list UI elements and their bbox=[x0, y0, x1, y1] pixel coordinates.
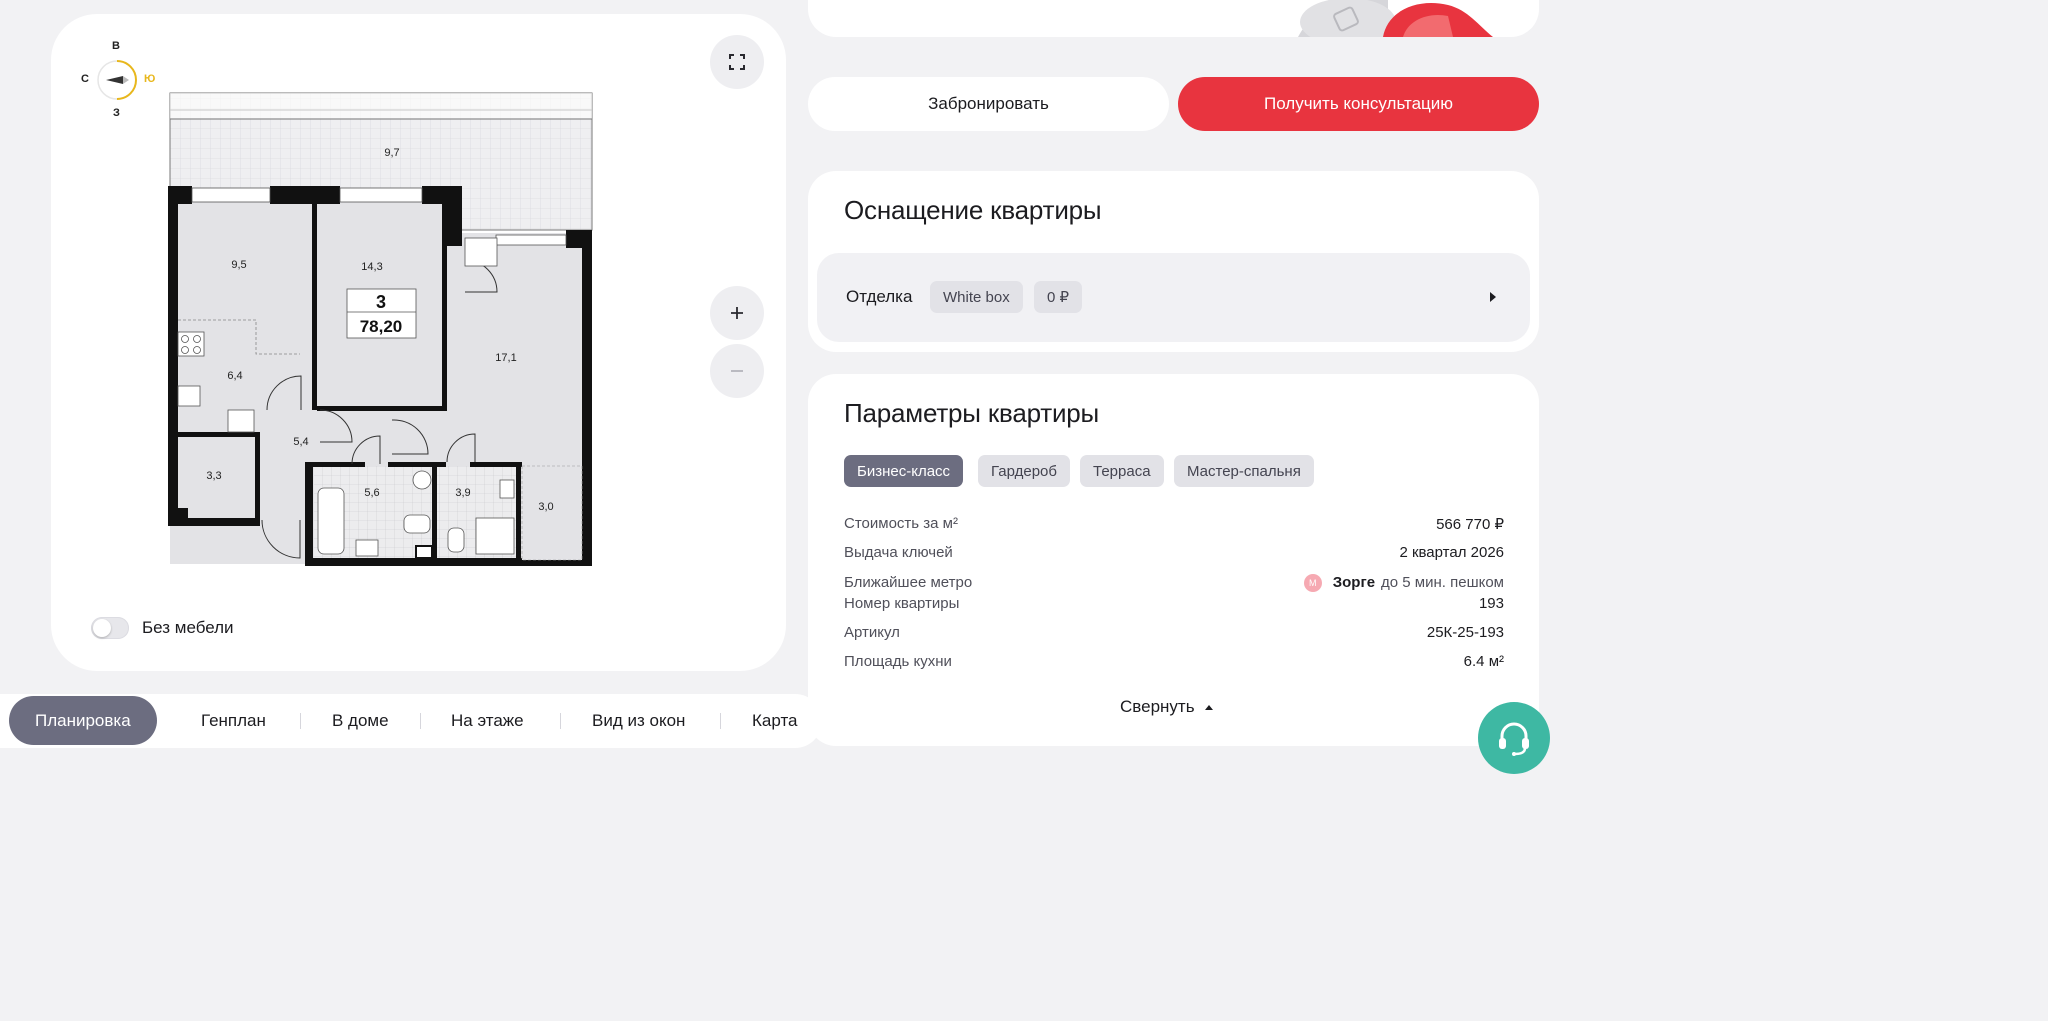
metro-info: М Зорге до 5 мин. пешком bbox=[1303, 574, 1504, 593]
room-area-wc: 3,9 bbox=[455, 487, 470, 499]
compass-south-label: Ю bbox=[144, 73, 156, 85]
tab-masterplan[interactable]: Генплан bbox=[201, 694, 266, 748]
param-value: 566 770 ₽ bbox=[1436, 516, 1504, 533]
consultation-button[interactable]: Получить консультацию bbox=[1178, 77, 1539, 131]
tab-separator bbox=[300, 713, 301, 729]
param-value: 6.4 м² bbox=[1463, 653, 1504, 670]
room-area-bathroom: 5,6 bbox=[364, 487, 379, 499]
tag-business-class: Бизнес-класс bbox=[844, 455, 964, 487]
chevron-up-icon bbox=[1204, 704, 1213, 710]
metro-distance: до 5 мин. пешком bbox=[1381, 574, 1504, 591]
book-button[interactable]: Забронировать bbox=[808, 77, 1169, 131]
tag-terrace: Терраса bbox=[1080, 455, 1164, 487]
room-area-terrace: 9,7 bbox=[384, 147, 399, 159]
minus-icon bbox=[731, 370, 743, 372]
no-furniture-label: Без мебели bbox=[142, 618, 234, 637]
finish-type-chip: White box bbox=[930, 281, 1023, 313]
collapse-button[interactable]: Свернуть bbox=[1120, 697, 1214, 717]
headset-icon bbox=[1499, 722, 1529, 756]
param-value: 25К-25-193 bbox=[1426, 624, 1504, 641]
compass-east-label: З bbox=[113, 107, 120, 119]
zoom-out-button[interactable] bbox=[710, 344, 764, 398]
zoom-in-button[interactable] bbox=[710, 286, 764, 340]
room-area-bedroom-2: 14,3 bbox=[361, 261, 382, 273]
chevron-right-icon[interactable] bbox=[1489, 291, 1497, 303]
total-area-badge: 78,20 bbox=[360, 317, 403, 336]
equipment-title: Оснащение квартиры bbox=[844, 195, 1102, 225]
finish-selector[interactable] bbox=[817, 253, 1530, 342]
tab-map[interactable]: Карта bbox=[752, 694, 798, 748]
tab-separator bbox=[420, 713, 421, 729]
tab-separator bbox=[720, 713, 721, 729]
collapse-label: Свернуть bbox=[1120, 697, 1195, 716]
room-area-hall: 5,4 bbox=[293, 436, 308, 448]
tag-wardrobe: Гардероб bbox=[978, 455, 1070, 487]
tab-on-floor[interactable]: На этаже bbox=[451, 694, 524, 748]
tag-master-bedroom: Мастер-спальня bbox=[1174, 455, 1314, 487]
room-area-bedroom-1: 9,5 bbox=[231, 259, 246, 271]
tab-window-view[interactable]: Вид из окон bbox=[592, 694, 685, 748]
rooms-count-badge: 3 bbox=[376, 292, 386, 312]
param-value: 2 квартал 2026 bbox=[1399, 544, 1504, 561]
room-area-living: 17,1 bbox=[495, 352, 516, 364]
param-label: Выдача ключей bbox=[844, 544, 953, 561]
no-furniture-toggle[interactable] bbox=[91, 617, 129, 639]
tab-in-building[interactable]: В доме bbox=[332, 694, 389, 748]
room-area-storage: 3,3 bbox=[206, 470, 221, 482]
fullscreen-button[interactable] bbox=[710, 35, 764, 89]
compass: В С Ю З bbox=[76, 38, 156, 122]
toggle-knob bbox=[93, 619, 111, 637]
param-label: Номер квартиры bbox=[844, 595, 960, 612]
floor-plan-drawing: 9,7 9,5 14,3 6,4 5,4 3,3 5,6 3,9 17,1 3,… bbox=[168, 92, 593, 566]
promo-illustration bbox=[1298, 0, 1493, 37]
tab-plan[interactable]: Планировка bbox=[9, 696, 157, 745]
param-label: Стоимость за м² bbox=[844, 515, 958, 532]
compass-dial-icon bbox=[97, 60, 137, 100]
params-title: Параметры квартиры bbox=[844, 398, 1100, 428]
param-label: Артикул bbox=[844, 624, 900, 641]
room-area-closet: 3,0 bbox=[538, 501, 553, 513]
finish-price-chip: 0 ₽ bbox=[1034, 281, 1083, 313]
plus-icon bbox=[731, 307, 743, 319]
fullscreen-icon bbox=[729, 54, 745, 70]
support-chat-button[interactable] bbox=[1478, 702, 1550, 774]
promo-card[interactable] bbox=[808, 0, 1539, 37]
metro-station: Зорге bbox=[1332, 574, 1376, 591]
tab-separator bbox=[560, 713, 561, 729]
room-area-kitchen: 6,4 bbox=[227, 370, 242, 382]
param-value: 193 bbox=[1478, 595, 1504, 612]
metro-icon: М bbox=[1303, 574, 1322, 593]
compass-north-label: В bbox=[112, 40, 120, 52]
compass-west-label: С bbox=[81, 73, 89, 85]
no-furniture-toggle-row[interactable]: Без мебели bbox=[91, 615, 234, 641]
param-label: Ближайшее метро bbox=[844, 574, 973, 591]
finish-label: Отделка bbox=[846, 287, 913, 306]
param-label: Площадь кухни bbox=[844, 653, 952, 670]
